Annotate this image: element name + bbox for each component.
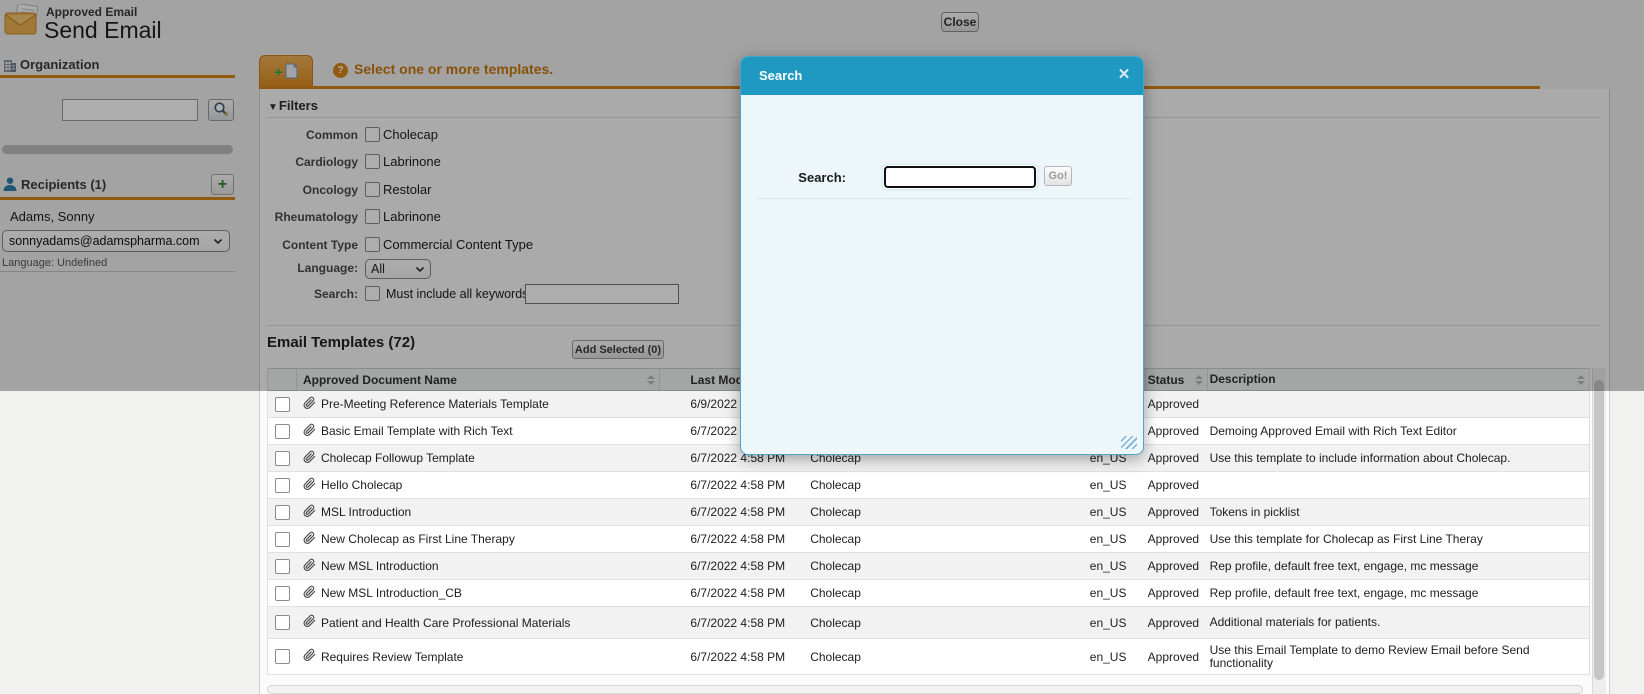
paperclip-icon — [303, 648, 316, 665]
status-cell: Approved — [1147, 451, 1200, 465]
paperclip-icon — [303, 585, 316, 602]
description-cell: Tokens in picklist — [1209, 504, 1300, 519]
template-row: MSL Introduction 6/7/2022 4:58 PM Cholec… — [268, 499, 1589, 526]
description-cell: Use this Email Template to demo Review E… — [1209, 642, 1530, 670]
product-cell: Cholecap — [810, 505, 861, 519]
language-cell: en_US — [1089, 478, 1127, 492]
template-row: New MSL Introduction 6/7/2022 4:58 PM Ch… — [268, 553, 1589, 580]
language-cell: en_US — [1089, 615, 1127, 630]
description-cell — [1208, 472, 1589, 498]
document-name[interactable]: New MSL Introduction_CB — [321, 586, 462, 600]
status-cell: Approved — [1147, 649, 1200, 664]
document-name[interactable]: Requires Review Template — [321, 650, 464, 664]
product-cell: Cholecap — [810, 559, 861, 573]
description-cell: Rep profile, default free text, engage, … — [1209, 585, 1479, 600]
template-row: Hello Cholecap 6/7/2022 4:58 PM Cholecap… — [268, 472, 1589, 499]
description-cell — [1208, 391, 1589, 417]
last-modified-cell: 6/7/2022 4:58 PM — [690, 532, 786, 546]
description-cell: Use this template for Cholecap as First … — [1209, 531, 1483, 546]
paperclip-icon — [303, 558, 316, 575]
product-cell: Cholecap — [810, 586, 861, 600]
status-cell: Approved — [1147, 532, 1200, 546]
product-cell: Cholecap — [810, 532, 861, 546]
status-cell: Approved — [1147, 505, 1200, 519]
status-cell: Approved — [1147, 478, 1200, 492]
last-modified-cell: 6/7/2022 4:58 PM — [690, 615, 786, 630]
description-cell: Additional materials for patients. — [1209, 615, 1381, 629]
template-row: New Cholecap as First Line Therapy 6/7/2… — [268, 526, 1589, 553]
table-vertical-scrollbar-thumb[interactable] — [1594, 380, 1604, 680]
document-name[interactable]: MSL Introduction — [321, 505, 411, 519]
template-row: Requires Review Template 6/7/2022 4:58 P… — [268, 639, 1589, 675]
paperclip-icon — [303, 531, 316, 548]
row-checkbox[interactable] — [274, 615, 290, 630]
document-name[interactable]: Hello Cholecap — [321, 478, 402, 492]
language-cell: en_US — [1089, 505, 1127, 519]
document-name[interactable]: Patient and Health Care Professional Mat… — [321, 616, 570, 630]
row-checkbox[interactable] — [274, 396, 290, 412]
last-modified-cell: 6/7/2022 4:58 PM — [690, 505, 786, 519]
row-checkbox[interactable] — [274, 504, 290, 520]
search-dialog-title: Search — [759, 68, 803, 83]
paperclip-icon — [303, 450, 316, 467]
last-modified-cell: 6/7/2022 4:58 PM — [690, 478, 786, 492]
description-cell: Use this template to include information… — [1209, 450, 1511, 465]
search-dialog-header[interactable]: Search ✕ — [741, 57, 1143, 95]
close-icon[interactable]: ✕ — [1115, 66, 1133, 84]
row-checkbox[interactable] — [274, 558, 290, 574]
language-cell: en_US — [1089, 586, 1127, 600]
paperclip-icon — [303, 396, 316, 413]
product-cell: Cholecap — [810, 478, 861, 492]
product-cell: Cholecap — [810, 615, 861, 630]
paperclip-icon — [303, 614, 316, 631]
last-modified-cell: 6/7/2022 4:58 PM — [690, 586, 786, 600]
product-cell: Cholecap — [810, 649, 861, 664]
modal-search-input[interactable] — [883, 165, 1037, 189]
status-cell: Approved — [1147, 559, 1200, 573]
row-checkbox[interactable] — [274, 477, 290, 493]
row-checkbox[interactable] — [274, 423, 290, 439]
status-cell: Approved — [1147, 615, 1200, 630]
description-cell: Rep profile, default free text, engage, … — [1209, 558, 1479, 573]
status-cell: Approved — [1147, 586, 1200, 600]
modal-separator — [757, 198, 1129, 199]
document-name[interactable]: Cholecap Followup Template — [321, 451, 475, 465]
language-cell: en_US — [1089, 559, 1127, 573]
go-button[interactable]: Go! — [1044, 166, 1072, 186]
template-row: Patient and Health Care Professional Mat… — [268, 607, 1589, 639]
paperclip-icon — [303, 504, 316, 521]
resize-grip-icon[interactable] — [1121, 436, 1137, 449]
row-checkbox[interactable] — [274, 585, 290, 601]
row-checkbox[interactable] — [274, 531, 290, 547]
modal-search-label: Search: — [798, 170, 846, 185]
search-dialog: Search ✕ Search: Go! — [740, 56, 1144, 455]
table-horizontal-scrollbar[interactable] — [267, 685, 1583, 694]
paperclip-icon — [303, 423, 316, 440]
row-checkbox[interactable] — [274, 649, 290, 664]
status-cell: Approved — [1147, 424, 1200, 438]
document-name[interactable]: New Cholecap as First Line Therapy — [321, 532, 515, 546]
language-cell: en_US — [1089, 649, 1127, 664]
description-cell: Demoing Approved Email with Rich Text Ed… — [1209, 423, 1457, 438]
document-name[interactable]: New MSL Introduction — [321, 559, 439, 573]
row-checkbox[interactable] — [274, 450, 290, 466]
last-modified-cell: 6/7/2022 4:58 PM — [690, 649, 786, 664]
document-name[interactable]: Basic Email Template with Rich Text — [321, 424, 513, 438]
status-cell: Approved — [1147, 397, 1200, 411]
document-name[interactable]: Pre-Meeting Reference Materials Template — [321, 397, 549, 411]
template-row: New MSL Introduction_CB 6/7/2022 4:58 PM… — [268, 580, 1589, 607]
last-modified-cell: 6/7/2022 4:58 PM — [690, 559, 786, 573]
language-cell: en_US — [1089, 532, 1127, 546]
paperclip-icon — [303, 477, 316, 494]
